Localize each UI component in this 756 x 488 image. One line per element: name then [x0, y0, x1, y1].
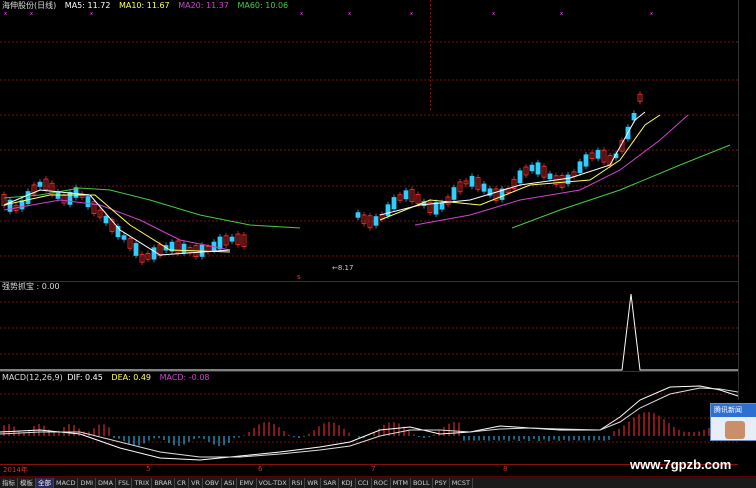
tab-dmi[interactable]: DMI [78, 477, 97, 488]
svg-text:x: x [560, 11, 563, 17]
tab-rsi[interactable]: RSI [290, 477, 306, 488]
avatar [725, 421, 745, 439]
candlestick-chart: x x x x x x x x x s ←8.17 [0, 0, 738, 282]
tab-macd[interactable]: MACD [54, 477, 79, 488]
date-axis: 2014年 5 6 7 8 [0, 465, 738, 475]
svg-text:x: x [4, 11, 7, 17]
tab-全部[interactable]: 全部 [36, 477, 54, 488]
tick-s: s [297, 273, 301, 281]
tab-模板[interactable]: 模板 [18, 477, 36, 488]
macd-pane[interactable]: MACD(12,26,9) DIF: 0.45 DEA: 0.49 MACD: … [0, 372, 738, 465]
tab-psy[interactable]: PSY [433, 477, 450, 488]
indicator-pane[interactable]: 强势抓宝 : 0.00 [0, 282, 738, 372]
tab-指标[interactable]: 指标 [0, 477, 18, 488]
ma60-line [3, 187, 301, 229]
tab-cr[interactable]: CR [175, 477, 190, 488]
tab-fsl[interactable]: FSL [116, 477, 133, 488]
main-chart-pane[interactable]: 海伸股份(日线) MA5: 11.72 MA10: 11.67 MA20: 11… [0, 0, 738, 282]
dif-line [0, 385, 738, 461]
tab-cci[interactable]: CCI [356, 477, 372, 488]
tab-brar[interactable]: BRAR [152, 477, 175, 488]
svg-text:x: x [650, 11, 653, 17]
svg-text:x: x [348, 11, 351, 17]
tab-mcst[interactable]: MCST [450, 477, 473, 488]
tab-vol-tdx[interactable]: VOL-TDX [257, 477, 290, 488]
tab-wr[interactable]: WR [305, 477, 322, 488]
watermark: www.7gpzb.com [630, 457, 732, 472]
svg-text:x: x [410, 11, 413, 17]
ma20-line [3, 199, 231, 251]
tab-trix[interactable]: TRIX [132, 477, 153, 488]
svg-text:x: x [90, 11, 93, 17]
indicator-tab-bar: 指标 模板 全部 MACD DMI DMA FSL TRIX BRAR CR VR OBV ASI EMV… [0, 476, 756, 488]
indicator-chart [0, 293, 738, 372]
tab-kdj[interactable]: KDJ [339, 477, 356, 488]
tab-emv[interactable]: EMV [237, 477, 257, 488]
signal-spike [0, 293, 738, 371]
tab-obv[interactable]: OBV [203, 477, 222, 488]
tab-dma[interactable]: DMA [96, 477, 117, 488]
svg-text:x: x [492, 11, 495, 17]
popup-title: 腾讯新闻 [711, 404, 756, 417]
tab-mtm[interactable]: MTM [391, 477, 411, 488]
low-price-marker: ←8.17 [332, 264, 353, 272]
news-popup[interactable]: 腾讯新闻 [710, 403, 756, 441]
right-scroll-strip[interactable] [738, 0, 756, 400]
macd-chart [0, 385, 738, 465]
tab-vr[interactable]: VR [189, 477, 204, 488]
tab-roc[interactable]: ROC [372, 477, 391, 488]
month-label-6: 6 [258, 465, 263, 473]
year-label: 2014年 [3, 466, 28, 474]
svg-text:x: x [300, 11, 303, 17]
ma20-line-right [414, 114, 689, 226]
svg-text:x: x [30, 11, 33, 17]
month-label-5: 5 [146, 465, 151, 473]
tab-sar[interactable]: SAR [321, 477, 340, 488]
month-label-7: 7 [371, 465, 376, 473]
month-label-8: 8 [503, 465, 508, 473]
tab-boll[interactable]: BOLL [411, 477, 433, 488]
tab-asi[interactable]: ASI [222, 477, 238, 488]
dea-line [0, 387, 738, 458]
